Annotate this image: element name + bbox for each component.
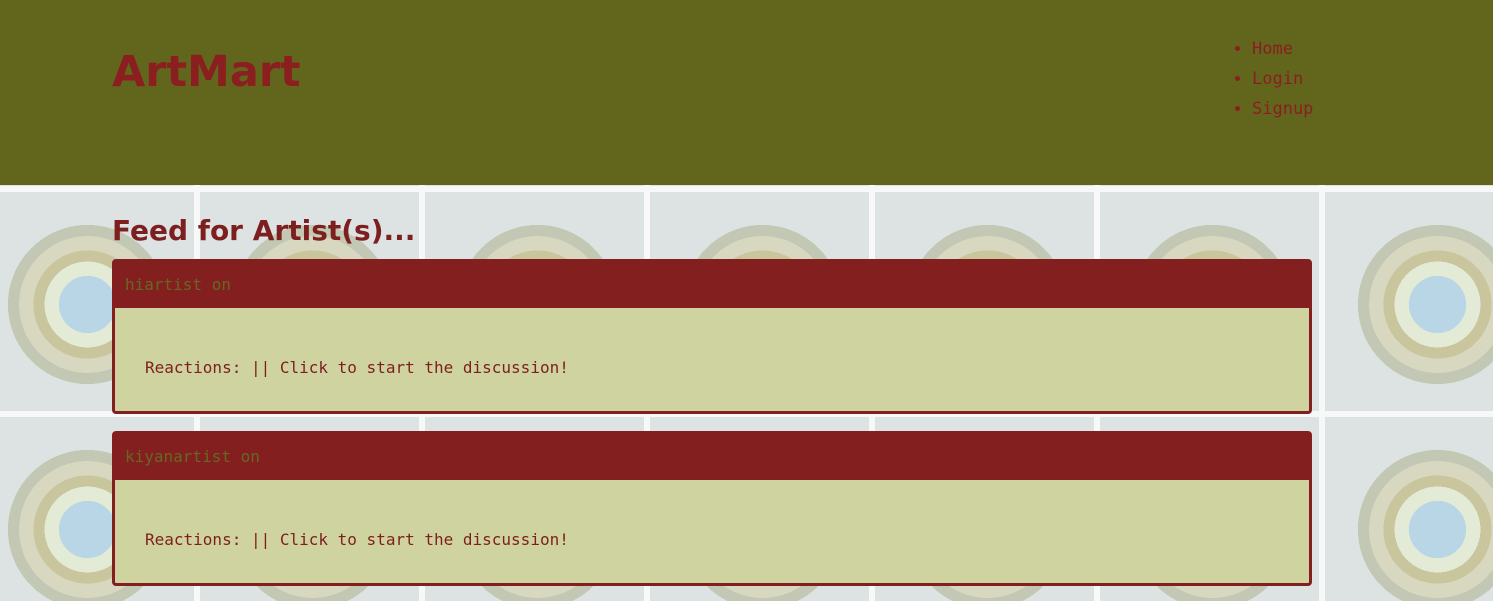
site-header: ArtMart Home Login Signup	[0, 0, 1493, 185]
feed-post-card[interactable]: kiyanartist on Reactions: || Click to st…	[112, 431, 1312, 586]
feed-post-header: kiyanartist on	[115, 434, 1309, 480]
feed-post-card[interactable]: hiartist on Reactions: || Click to start…	[112, 259, 1312, 414]
nav-item-home[interactable]: Home	[1252, 34, 1313, 64]
feed-post-header: hiartist on	[115, 262, 1309, 308]
page-title: Feed for Artist(s)...	[112, 214, 416, 247]
feed-post-discussion-link[interactable]: Reactions: || Click to start the discuss…	[145, 360, 569, 376]
nav-item-signup[interactable]: Signup	[1252, 94, 1313, 124]
nav-link-signup[interactable]: Signup	[1252, 99, 1313, 119]
main-nav: Home Login Signup	[1232, 34, 1313, 124]
nav-item-login[interactable]: Login	[1252, 64, 1313, 94]
nav-link-home[interactable]: Home	[1252, 39, 1293, 59]
brand-logo[interactable]: ArtMart	[112, 51, 301, 94]
feed-post-discussion-link[interactable]: Reactions: || Click to start the discuss…	[145, 532, 569, 548]
nav-link-login[interactable]: Login	[1252, 69, 1303, 89]
